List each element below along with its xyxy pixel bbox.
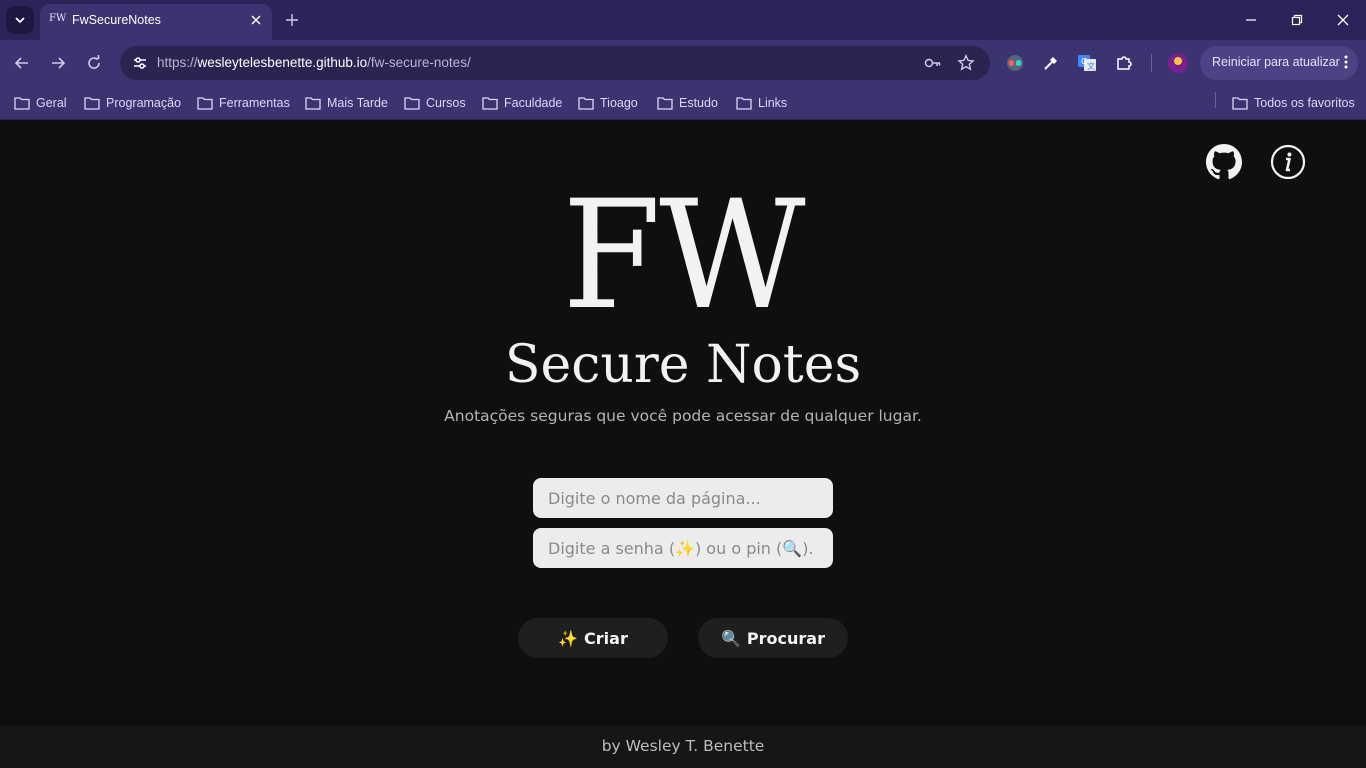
bookmarks-bar: Geral Programação Ferramentas Mais Tarde… [0,86,1366,120]
url-path: /fw-secure-notes/ [367,55,471,70]
bookmark-label: Ferramentas [219,96,290,110]
bookmark-star-button[interactable] [956,53,976,73]
sparkles-icon: ✨ [558,628,579,648]
arrow-left-icon [14,57,28,69]
github-link[interactable] [1205,143,1243,181]
info-icon [1270,144,1306,180]
folder-icon [657,97,673,110]
bookmark-folder-ferramentas[interactable]: Ferramentas [197,93,290,113]
bookmark-folder-cursos[interactable]: Cursos [404,93,466,113]
footer: by Wesley T. Benette [0,726,1366,768]
more-icon [1344,54,1348,74]
tagline: Anotações seguras que você pode acessar … [444,407,922,425]
folder-icon [305,97,321,110]
translate-icon: G文 [1078,55,1096,71]
new-tab-button[interactable] [282,10,302,30]
minimize-icon [1246,19,1256,21]
minimize-button[interactable] [1241,10,1261,30]
bookmark-label: Cursos [426,96,466,110]
bookmarks-separator [1215,92,1216,108]
url-scheme: https:// [157,55,198,70]
bookmark-folder-mais-tarde[interactable]: Mais Tarde [305,93,388,113]
info-button[interactable] [1269,143,1307,181]
back-button[interactable] [10,51,34,75]
footer-credit: by Wesley T. Benette [601,737,765,755]
folder-icon [736,97,752,110]
update-button[interactable]: Reiniciar para atualizar [1200,46,1358,80]
logo: FW [562,169,805,343]
create-button-label: Criar [584,628,628,648]
bookmark-label: Links [758,96,788,110]
profile-avatar[interactable] [1168,53,1188,73]
active-tab[interactable]: FW FwSecureNotes [40,4,272,40]
folder-icon [84,97,100,110]
bookmark-label: Mais Tarde [327,96,388,110]
all-bookmarks-label: Todos os favoritos [1254,96,1355,110]
close-window-button[interactable] [1333,10,1353,30]
browser-toolbar: https://wesleytelesbenette.github.io/fw-… [0,40,1366,86]
tune-icon [134,57,146,69]
bookmark-folder-links[interactable]: Links [736,93,787,113]
password-input[interactable] [533,528,833,568]
folder-icon [197,97,213,110]
search-button-label: Procurar [746,628,825,648]
tab-search-button[interactable] [6,6,34,34]
bookmark-folder-geral[interactable]: Geral [14,93,67,113]
restore-button[interactable] [1287,10,1307,30]
bookmark-label: Estudo [679,96,718,110]
chevron-down-icon [15,17,25,24]
page-content: FW Secure Notes Anotações seguras que vo… [0,121,1366,726]
folder-icon [578,97,594,110]
site-info-button[interactable] [128,51,152,75]
bookmark-label: Programação [106,96,182,110]
eyedropper-icon [1044,57,1057,70]
restore-icon [1291,14,1303,26]
tab-close-button[interactable] [248,12,264,28]
close-icon [1337,14,1349,26]
tab-title: FwSecureNotes [72,13,161,27]
glasses-icon [1007,55,1023,71]
address-bar[interactable]: https://wesleytelesbenette.github.io/fw-… [120,46,990,80]
extension-eyedropper-button[interactable] [1040,52,1062,74]
folder-icon [1232,97,1248,110]
bookmark-folder-all[interactable]: Todos os favoritos [1232,93,1355,113]
bookmark-folder-estudo[interactable]: Estudo [657,93,718,113]
url-text: https://wesleytelesbenette.github.io/fw-… [157,55,471,70]
github-icon [1206,144,1242,180]
page-name-input[interactable] [533,478,833,518]
page-title: Secure Notes [504,335,862,395]
magnifier-icon: 🔍 [721,628,741,648]
bookmark-folder-programacao[interactable]: Programação [84,93,181,113]
bookmark-folder-faculdade[interactable]: Faculdade [482,93,562,113]
url-host: wesleytelesbenette.github.io [197,55,368,70]
star-icon [957,54,975,71]
key-icon [924,58,941,68]
svg-text:文: 文 [1087,61,1095,71]
folder-icon [404,97,420,110]
password-key-button[interactable] [923,53,943,73]
extension-glasses-button[interactable] [1004,52,1026,74]
reload-button[interactable] [82,51,106,75]
folder-icon [14,97,30,110]
toolbar-separator [1151,54,1152,72]
forward-button[interactable] [46,51,70,75]
create-button[interactable]: ✨ Criar [518,618,668,658]
bookmark-label: Faculdade [504,96,563,110]
bookmark-label: Geral [36,96,67,110]
plus-icon [286,14,298,26]
search-button[interactable]: 🔍 Procurar [698,618,848,658]
folder-icon [482,97,498,110]
arrow-right-icon [52,57,66,69]
bookmark-folder-tioago[interactable]: Tioago [578,93,638,113]
tab-strip: FW FwSecureNotes [0,0,1366,40]
close-icon [251,15,261,25]
extensions-menu-button[interactable] [1113,52,1135,74]
bookmark-label: Tioago [600,96,638,110]
tab-favicon: FW [49,13,67,24]
extension-translate-button[interactable]: G文 [1076,52,1098,74]
update-button-label: Reiniciar para atualizar [1212,55,1340,69]
reload-icon [88,55,100,69]
puzzle-icon [1117,56,1132,70]
